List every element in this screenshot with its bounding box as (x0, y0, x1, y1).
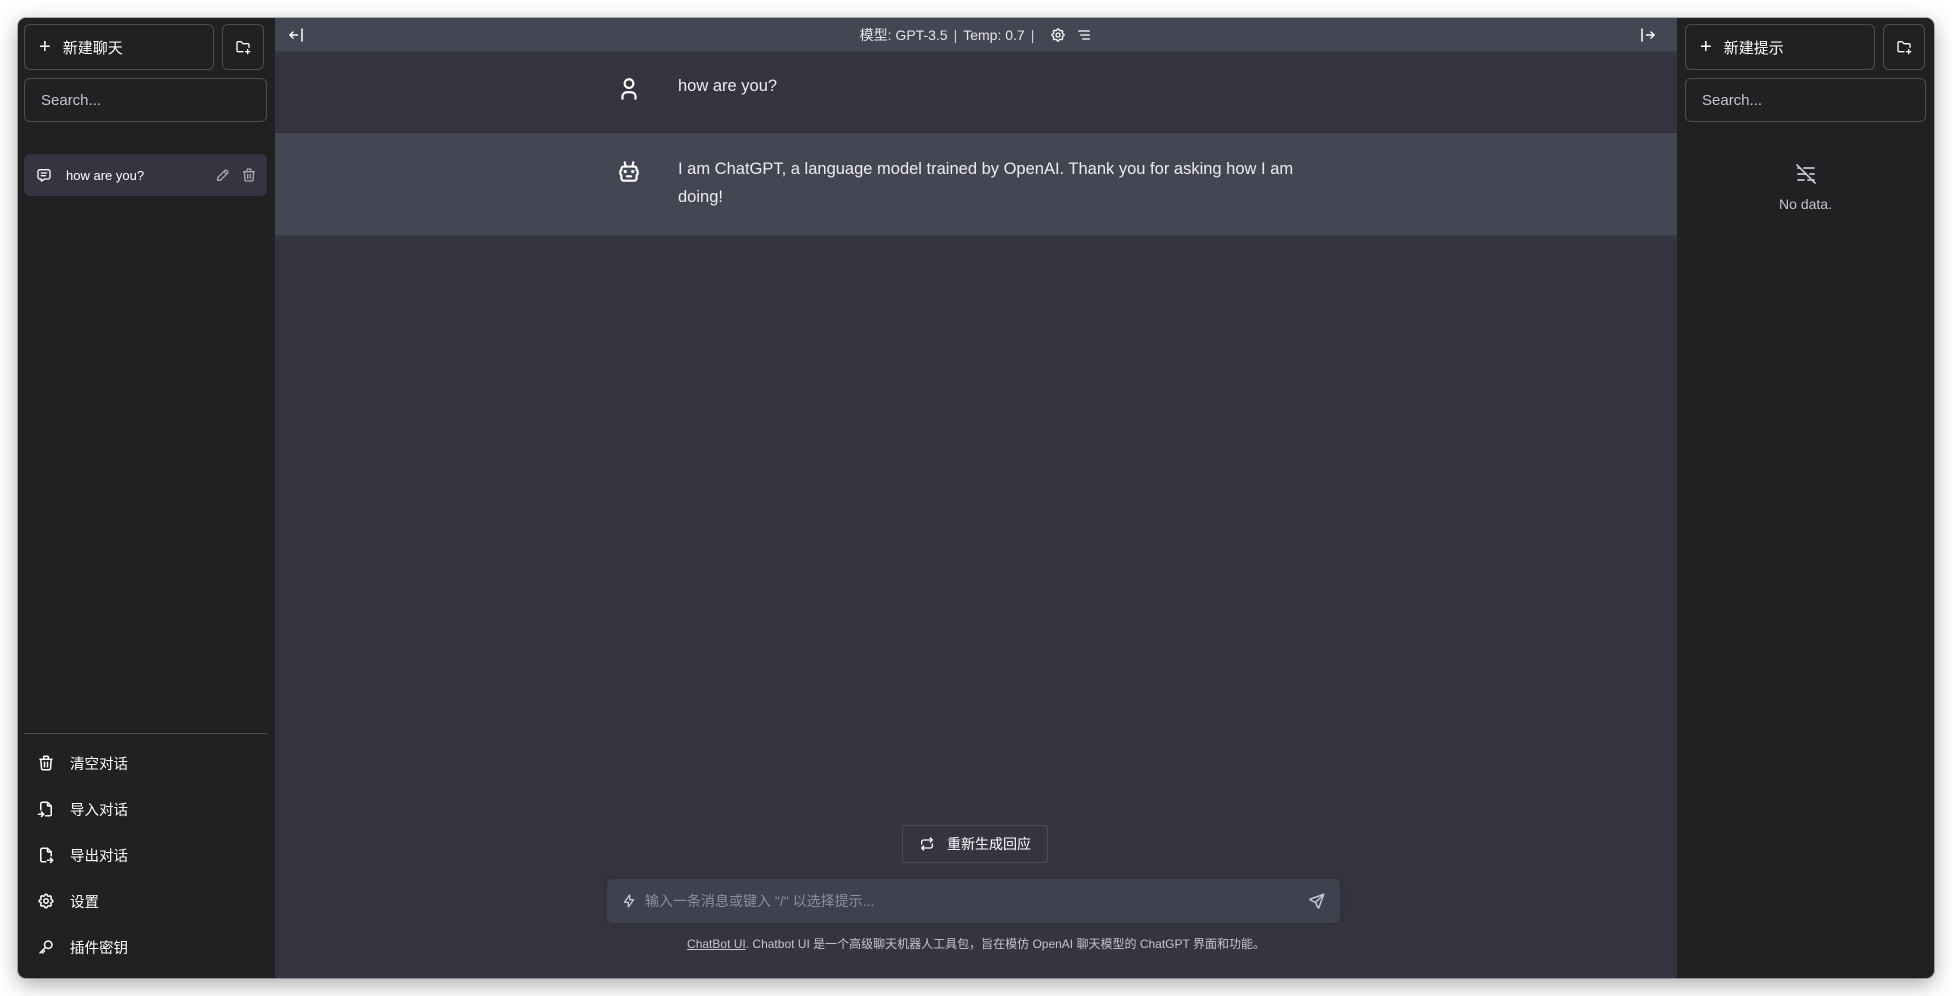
prompt-sidebar: + 新建提示 No data. (1677, 18, 1934, 978)
conversation-title: how are you? (66, 167, 145, 183)
file-export-icon (36, 846, 56, 864)
plugin-keys-label: 插件密钥 (70, 940, 128, 957)
plus-icon: + (39, 36, 51, 58)
user-icon (616, 74, 678, 132)
clear-conversations-label: 清空对话 (70, 756, 128, 773)
folder-plus-icon (1897, 41, 1912, 55)
plus-icon: + (1700, 36, 1712, 58)
footer-text: . Chatbot UI 是一个高级聊天机器人工具包，旨在模仿 OpenAI 聊… (745, 937, 1265, 951)
collapse-left-sidebar-icon[interactable] (287, 26, 305, 44)
chat-sidebar: + 新建聊天 how are you? (18, 18, 275, 978)
conversation-list: how are you? (24, 154, 267, 733)
message-composer (607, 879, 1340, 923)
export-conversations-button[interactable]: 导出对话 (24, 832, 267, 878)
gear-icon (36, 892, 56, 910)
model-label: 模型: GPT-3.5 (859, 26, 948, 43)
chat-main: 模型: GPT-3.5 | Temp: 0.7 | how are you? I… (275, 18, 1677, 978)
chat-topbar: 模型: GPT-3.5 | Temp: 0.7 | (275, 18, 1677, 52)
send-icon[interactable] (1308, 892, 1326, 910)
new-chat-button[interactable]: + 新建聊天 (24, 24, 214, 70)
chat-search-input[interactable] (24, 78, 267, 122)
folder-plus-icon (236, 41, 251, 55)
prompt-search-input[interactable] (1685, 78, 1926, 122)
robot-icon (616, 157, 678, 235)
assistant-message-row: I am ChatGPT, a language model trained b… (275, 133, 1677, 236)
sidebar-settings-menu: 清空对话 导入对话 导出对话 设置 插件密钥 (24, 733, 267, 970)
app-window: + 新建聊天 how are you? (18, 18, 1934, 978)
gear-icon[interactable] (1050, 27, 1066, 43)
empty-state: No data. (1685, 162, 1926, 212)
settings-button[interactable]: 设置 (24, 878, 267, 924)
new-prompt-folder-button[interactable] (1883, 24, 1925, 70)
settings-label: 设置 (70, 894, 99, 911)
refresh-icon (919, 836, 935, 852)
clear-conversations-button[interactable]: 清空对话 (24, 740, 267, 786)
topbar-separator: | (953, 26, 958, 43)
export-conversations-label: 导出对话 (70, 848, 128, 865)
new-prompt-label: 新建提示 (1723, 39, 1784, 57)
assistant-message-text: I am ChatGPT, a language model trained b… (678, 160, 1294, 206)
import-conversations-label: 导入对话 (70, 802, 128, 819)
topbar-separator: | (1030, 26, 1035, 43)
conversation-item[interactable]: how are you? (24, 154, 267, 196)
trash-icon[interactable] (241, 167, 257, 183)
temperature-label: Temp: 0.7 (963, 26, 1025, 43)
plugin-keys-button[interactable]: 插件密钥 (24, 924, 267, 970)
message-input[interactable] (645, 879, 1308, 923)
new-prompt-button[interactable]: + 新建提示 (1685, 24, 1875, 70)
prompt-sidebar-header: + 新建提示 (1685, 24, 1926, 70)
no-data-icon (1794, 162, 1818, 186)
new-chat-label: 新建聊天 (62, 39, 123, 57)
bolt-icon[interactable] (621, 893, 637, 909)
user-message-row: how are you? (275, 52, 1677, 133)
regenerate-label: 重新生成回应 (947, 836, 1031, 852)
clear-lines-icon[interactable] (1076, 27, 1092, 43)
user-message-text: how are you? (678, 77, 778, 95)
key-icon (36, 938, 56, 956)
trash-icon (36, 754, 56, 772)
footer-disclaimer: ChatBot UI. Chatbot UI 是一个高级聊天机器人工具包，旨在模… (275, 935, 1677, 952)
empty-state-text: No data. (1779, 196, 1832, 212)
new-folder-button[interactable] (222, 24, 264, 70)
collapse-right-sidebar-icon[interactable] (1639, 26, 1657, 44)
edit-icon[interactable] (215, 167, 231, 183)
file-import-icon (36, 800, 56, 818)
regenerate-button[interactable]: 重新生成回应 (902, 825, 1048, 863)
message-icon (36, 167, 52, 183)
import-conversations-button[interactable]: 导入对话 (24, 786, 267, 832)
chatbot-ui-link[interactable]: ChatBot UI (687, 937, 746, 951)
chat-sidebar-header: + 新建聊天 (24, 24, 267, 70)
